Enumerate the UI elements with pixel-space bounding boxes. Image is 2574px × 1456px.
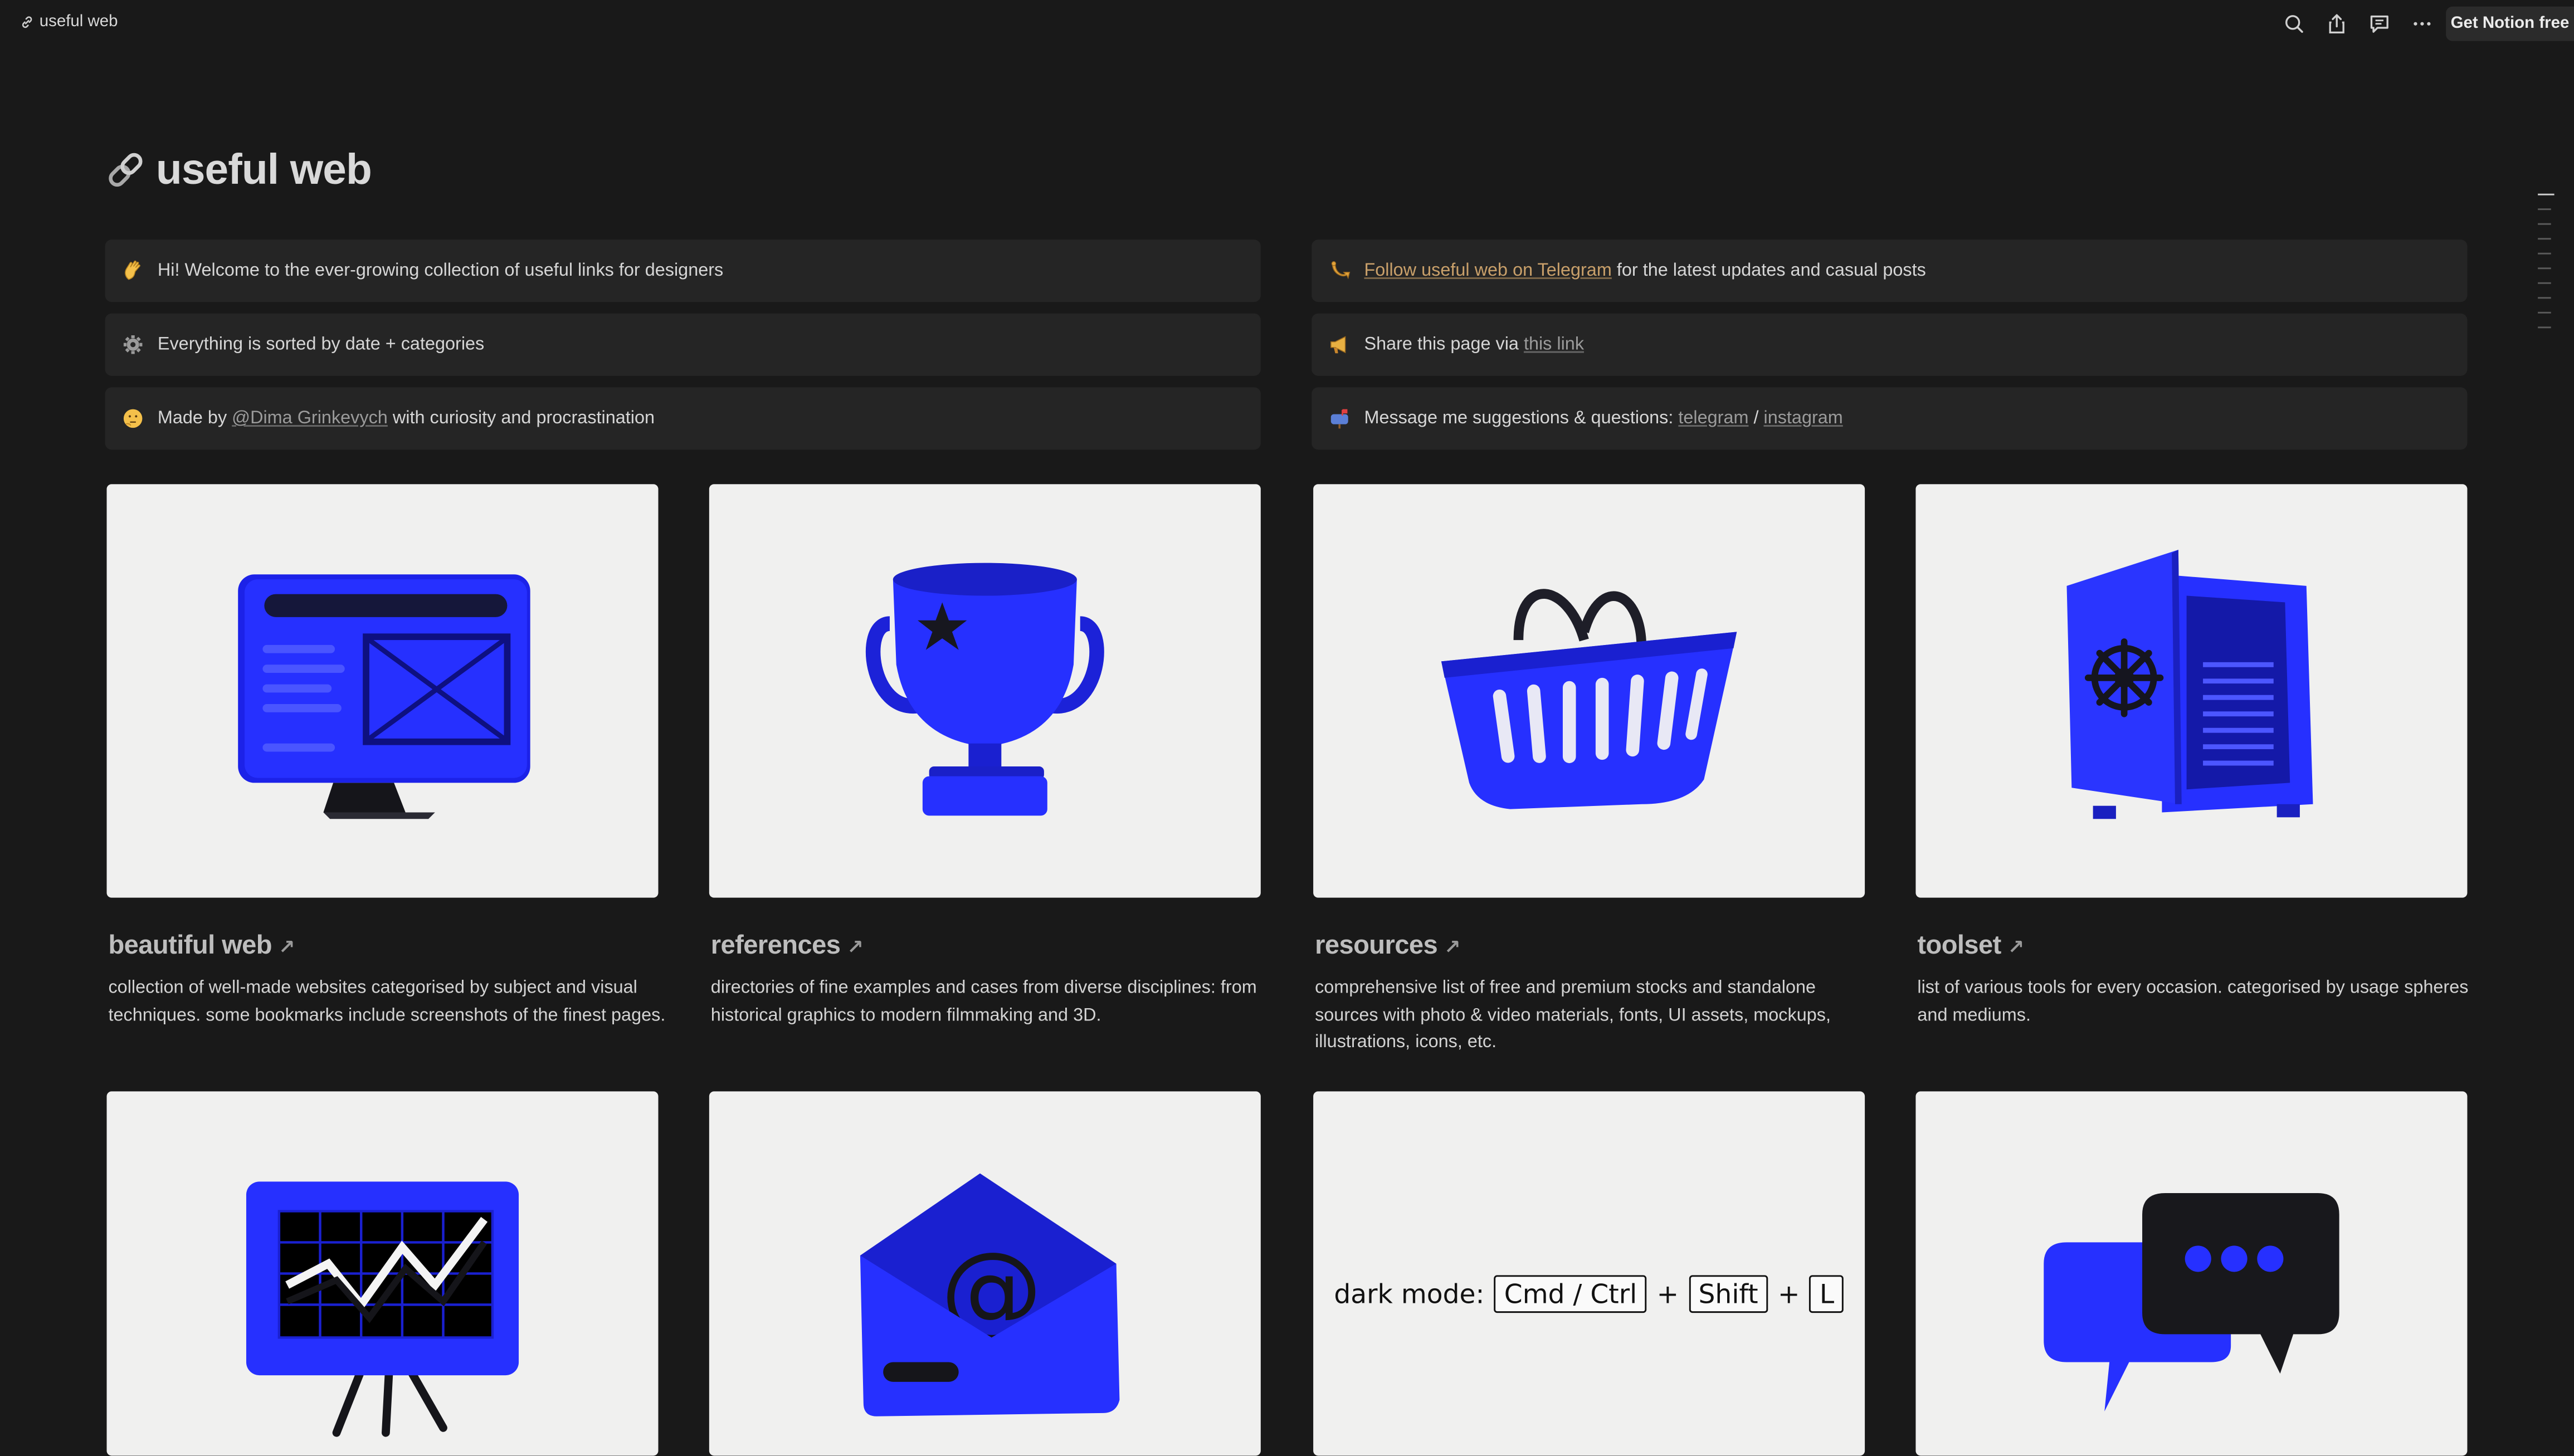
share-icon[interactable] bbox=[2323, 10, 2351, 38]
megaphone-emoji bbox=[1327, 333, 1353, 356]
callout-text: Share this page via bbox=[1364, 335, 1524, 355]
card-title-text: toolset bbox=[1917, 932, 2001, 960]
envelope-at-illustration: @ bbox=[860, 1173, 1120, 1416]
callout-share: Share this page via this link bbox=[1312, 313, 2468, 376]
plus-sign: + bbox=[1656, 1278, 1679, 1310]
arrow-up-right-icon: ↗ bbox=[2007, 935, 2025, 959]
plus-sign: + bbox=[1778, 1278, 1800, 1310]
card-title-toolset[interactable]: toolset ↗ bbox=[1917, 932, 2024, 962]
author-link[interactable]: @Dima Grinkevych bbox=[232, 409, 388, 428]
top-bar: useful web Get Notion free bbox=[0, 0, 2574, 47]
postal-horn-emoji bbox=[1327, 260, 1353, 282]
card-image-chat[interactable] bbox=[1915, 1091, 2468, 1456]
card-description: directories of fine examples and cases f… bbox=[710, 978, 1257, 1025]
card-image-email[interactable]: @ bbox=[709, 1091, 1261, 1456]
card-image-dark-mode[interactable]: dark mode: Cmd / Ctrl + Shift + L bbox=[1313, 1091, 1865, 1456]
telegram-link[interactable]: telegram bbox=[1678, 409, 1748, 428]
page-title-text: useful web bbox=[155, 144, 372, 194]
card-image-beautiful-web[interactable] bbox=[106, 484, 659, 898]
presentation-board-illustration bbox=[246, 1181, 519, 1437]
dark-mode-shortcut: dark mode: Cmd / Ctrl + Shift + L bbox=[1313, 1275, 1865, 1313]
card-title-text: references bbox=[710, 932, 841, 960]
gear-emoji bbox=[120, 333, 146, 356]
trophy-illustration bbox=[865, 563, 1104, 816]
key-cmd-ctrl: Cmd / Ctrl bbox=[1494, 1275, 1647, 1313]
chat-bubbles-illustration bbox=[2044, 1193, 2339, 1411]
callout-text: with curiosity and procrastination bbox=[387, 408, 655, 429]
callout-text: Everything is sorted by date + categorie… bbox=[157, 335, 485, 355]
safe-illustration bbox=[2066, 550, 2313, 819]
search-icon[interactable] bbox=[2280, 10, 2308, 38]
page-title: useful web bbox=[104, 144, 372, 195]
card-description: comprehensive list of free and premium s… bbox=[1315, 978, 1831, 1052]
get-notion-free-button[interactable]: Get Notion free bbox=[2446, 6, 2574, 41]
callout-contact: Message me suggestions & questions: tele… bbox=[1312, 387, 2468, 450]
card-title-resources[interactable]: resources ↗ bbox=[1315, 932, 1461, 962]
card-title-beautiful-web[interactable]: beautiful web ↗ bbox=[108, 932, 295, 962]
waving-hand-emoji bbox=[120, 260, 146, 282]
more-icon[interactable] bbox=[2408, 10, 2436, 38]
card-title-references[interactable]: references ↗ bbox=[710, 932, 864, 962]
callout-text: Hi! Welcome to the ever-growing collecti… bbox=[157, 261, 724, 281]
separator: / bbox=[1748, 408, 1764, 429]
callout-text: for the latest updates and casual posts bbox=[1611, 261, 1926, 281]
arrow-up-right-icon: ↗ bbox=[1444, 935, 1461, 959]
card-description: list of various tools for every occasion… bbox=[1917, 978, 2469, 1025]
arrow-up-right-icon: ↗ bbox=[847, 935, 864, 959]
callout-text: Message me suggestions & questions: bbox=[1364, 408, 1679, 429]
comment-icon[interactable] bbox=[2366, 10, 2393, 38]
share-link[interactable]: this link bbox=[1524, 335, 1584, 354]
card-image-presentation[interactable] bbox=[106, 1091, 659, 1456]
callout-welcome: Hi! Welcome to the ever-growing collecti… bbox=[105, 240, 1261, 302]
thinking-face-emoji bbox=[120, 407, 146, 430]
card-image-references[interactable] bbox=[709, 484, 1261, 898]
callout-text: Made by bbox=[157, 408, 232, 429]
breadcrumb[interactable]: useful web bbox=[20, 13, 118, 31]
callout-sorting: Everything is sorted by date + categorie… bbox=[105, 313, 1261, 376]
shopping-basket-illustration bbox=[1441, 589, 1737, 809]
card-title-text: resources bbox=[1315, 932, 1438, 960]
key-shift: Shift bbox=[1688, 1275, 1768, 1313]
telegram-channel-link[interactable]: Follow useful web on Telegram bbox=[1364, 261, 1611, 280]
callout-telegram: Follow useful web on Telegram for the la… bbox=[1312, 240, 2468, 302]
monitor-wireframe-illustration bbox=[238, 574, 530, 819]
key-l: L bbox=[1810, 1275, 1844, 1313]
mailbox-emoji bbox=[1327, 407, 1353, 430]
link-icon bbox=[22, 16, 32, 28]
card-image-resources[interactable] bbox=[1313, 484, 1865, 898]
arrow-up-right-icon: ↗ bbox=[278, 935, 295, 959]
card-description: collection of well-made websites categor… bbox=[108, 978, 666, 1025]
breadcrumb-label: useful web bbox=[39, 13, 118, 31]
callout-author: Made by @Dima Grinkevych with curiosity … bbox=[105, 387, 1261, 450]
instagram-link[interactable]: instagram bbox=[1763, 409, 1842, 428]
card-title-text: beautiful web bbox=[108, 932, 272, 960]
link-icon bbox=[109, 153, 143, 187]
card-image-toolset[interactable] bbox=[1915, 484, 2468, 898]
dark-mode-label: dark mode: bbox=[1334, 1278, 1485, 1310]
table-of-contents-scroll[interactable] bbox=[2538, 193, 2554, 341]
